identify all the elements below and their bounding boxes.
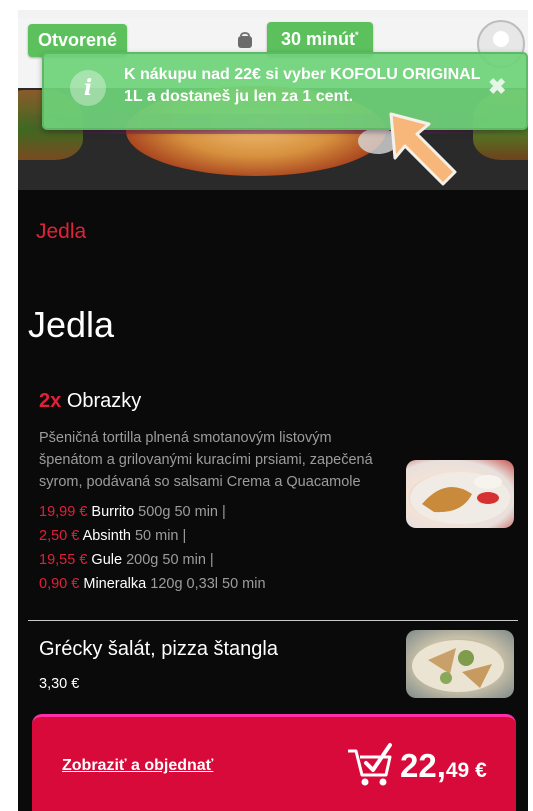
item-price: 3,30 € (39, 676, 80, 692)
burrito-image (410, 472, 510, 524)
cart-check-icon (348, 743, 392, 786)
menu-item[interactable]: 2x Obrazky Pšeničná tortilla plnená smot… (28, 382, 518, 612)
salad-image (412, 640, 504, 692)
variant-meta: 120g 0,33l 50 min (150, 576, 266, 592)
item-quantity: 2x (39, 390, 62, 412)
total-whole: 22, (400, 747, 446, 784)
item-variant[interactable]: 19,99 € Burrito 500g 50 min | (39, 504, 226, 520)
variant-price: 0,90 € (39, 576, 80, 592)
item-variant[interactable]: 19,55 € Gule 200g 50 min | (39, 552, 214, 568)
burrito-thumbnail[interactable] (406, 460, 514, 528)
variant-meta: 500g 50 min | (138, 504, 226, 520)
cart-total: 22,49 € (400, 747, 487, 785)
shopping-bag-icon (238, 32, 252, 48)
variant-name: Mineralka (83, 576, 147, 592)
variant-price: 2,50 € (39, 528, 80, 544)
category-label[interactable]: Jedla (36, 220, 86, 244)
item-title: 2x Obrazky (39, 390, 141, 413)
variant-name: Gule (91, 552, 123, 568)
view-and-order-link[interactable]: Zobraziť a objednať (62, 757, 213, 775)
variant-price: 19,99 € (39, 504, 88, 520)
cart-bar[interactable]: Zobraziť a objednať 22,49 € (32, 714, 516, 811)
menu-item[interactable]: Grécky šalát, pizza štangla 3,30 € (28, 622, 518, 712)
info-icon: i (70, 70, 106, 106)
app-frame: Otvorené 30 minút* i K nákupu nad 22€ si… (18, 10, 528, 811)
pointer-arrow-icon (389, 112, 457, 186)
delivery-time-text: 30 minút (281, 29, 356, 49)
item-divider (28, 620, 518, 621)
close-icon[interactable]: ✖ (488, 74, 506, 100)
variant-meta: 50 min | (134, 528, 187, 544)
item-variant[interactable]: 2,50 € Absinth 50 min | (39, 528, 186, 544)
toast-message: K nákupu nad 22€ si vyber KOFOLU ORIGINA… (124, 66, 481, 105)
item-name: Grécky šalát, pizza štangla (39, 638, 278, 660)
item-description: Pšeničná tortilla plnená smotanovým list… (39, 430, 373, 490)
delivery-time-mark: * (355, 30, 359, 40)
variant-name: Absinth (82, 528, 131, 544)
salad-thumbnail[interactable] (406, 630, 514, 698)
top-strip (18, 10, 528, 18)
variant-name: Burrito (91, 504, 135, 520)
variant-price: 19,55 € (39, 552, 88, 568)
section-title: Jedla (28, 304, 115, 345)
variant-meta: 200g 50 min | (126, 552, 214, 568)
item-name: Obrazky (66, 390, 142, 412)
item-variant[interactable]: 0,90 € Mineralka 120g 0,33l 50 min (39, 576, 266, 592)
total-cents: 49 € (445, 759, 487, 782)
